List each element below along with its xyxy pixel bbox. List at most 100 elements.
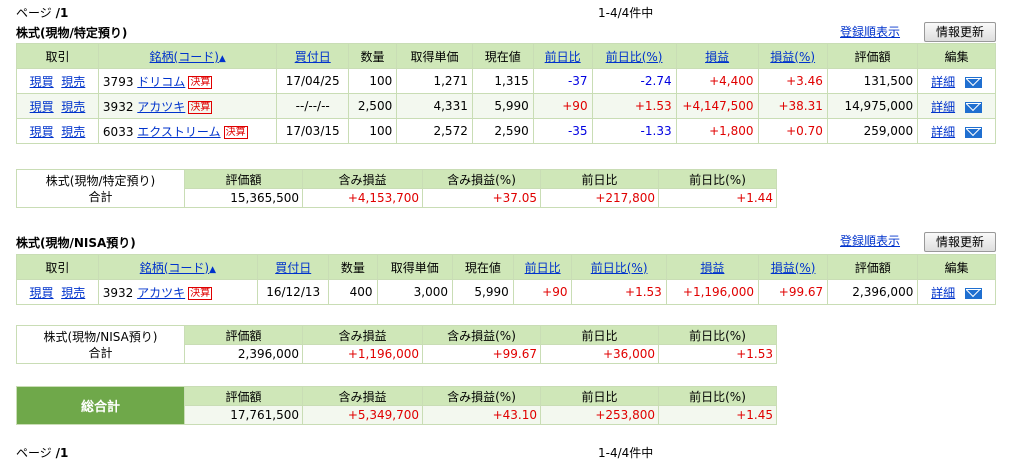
earnings-badge[interactable]: 決算 <box>188 100 213 114</box>
col-pl[interactable]: 損益 <box>665 254 760 280</box>
mail-icon[interactable] <box>965 76 983 88</box>
edit-cell: 詳細 <box>917 68 996 94</box>
sell-link[interactable]: 現売 <box>61 125 85 139</box>
total-header-chg-pct: 前日比(%) <box>658 386 777 406</box>
table-row: 現買 現売 3793 ドリコム 決算 17/04/25 100 1,271 1,3… <box>16 68 996 94</box>
sell-link[interactable]: 現売 <box>61 286 85 300</box>
sort-pl-link[interactable]: 損益 <box>700 261 724 275</box>
stock-name-link[interactable]: アカツキ <box>137 100 185 114</box>
summary-label-line1: 株式(現物/NISA預り) <box>43 329 158 344</box>
summary-header-chg-pct: 前日比(%) <box>658 169 777 189</box>
col-chg[interactable]: 前日比 <box>532 43 593 69</box>
profit-loss: +1,800 <box>675 118 759 144</box>
mail-icon[interactable] <box>965 287 983 299</box>
col-pl[interactable]: 損益 <box>675 43 759 69</box>
stock-name-link[interactable]: エクストリーム <box>137 125 220 139</box>
mail-icon[interactable] <box>965 126 983 138</box>
market-value: 259,000 <box>826 118 919 144</box>
sell-link[interactable]: 現売 <box>61 100 85 114</box>
buy-link[interactable]: 現買 <box>30 75 54 89</box>
col-chg-pct[interactable]: 前日比(%) <box>591 43 677 69</box>
sort-date-link[interactable]: 買付日 <box>275 261 311 275</box>
total-header-pl: 含み損益 <box>302 386 423 406</box>
col-pl-pct[interactable]: 損益(%) <box>758 254 829 280</box>
col-chg[interactable]: 前日比 <box>512 254 573 280</box>
summary-table-tokutei: 株式(現物/特定預り) 合計 評価額 含み損益 含み損益(%) 前日比 前日比(%… <box>16 169 777 208</box>
buy-link[interactable]: 現買 <box>30 100 54 114</box>
stock-name-link[interactable]: ドリコム <box>137 75 185 89</box>
sort-meigara-link[interactable]: 銘柄(コード) <box>150 50 219 64</box>
stock-name-link[interactable]: アカツキ <box>137 286 185 300</box>
col-meigara[interactable]: 銘柄(コード)▲ <box>97 254 259 280</box>
earnings-badge[interactable]: 決算 <box>188 75 213 89</box>
profit-loss-pct: +3.46 <box>757 68 828 94</box>
current-price: 5,990 <box>452 279 514 305</box>
col-chg-pct[interactable]: 前日比(%) <box>571 254 667 280</box>
total-pl-pct: +43.10 <box>422 405 541 425</box>
summary-chg: +36,000 <box>540 344 659 364</box>
summary-header-value: 評価額 <box>184 325 303 345</box>
mail-icon[interactable] <box>965 101 983 113</box>
buy-link[interactable]: 現買 <box>30 125 54 139</box>
profit-loss: +4,147,500 <box>675 93 759 119</box>
day-change-pct: +1.53 <box>591 93 677 119</box>
trade-cell: 現買 現売 <box>16 68 99 94</box>
summary-label: 株式(現物/NISA預り) 合計 <box>16 325 185 364</box>
col-date[interactable]: 買付日 <box>276 43 349 69</box>
sort-registration-link[interactable]: 登録順表示 <box>840 232 900 249</box>
detail-link[interactable]: 詳細 <box>931 286 955 300</box>
day-change-pct: -2.74 <box>591 68 677 94</box>
total-value: 17,761,500 <box>184 405 303 425</box>
sort-registration-link[interactable]: 登録順表示 <box>840 23 900 40</box>
sort-pl-pct-link[interactable]: 損益(%) <box>771 261 816 275</box>
detail-link[interactable]: 詳細 <box>931 100 955 114</box>
sort-pl-pct-link[interactable]: 損益(%) <box>770 50 815 64</box>
section-title-nisa: 株式(現物/NISA預り) <box>16 236 136 250</box>
stock-cell: 6033 エクストリーム 決算 <box>97 118 278 144</box>
detail-link[interactable]: 詳細 <box>931 125 955 139</box>
sort-pl-link[interactable]: 損益 <box>705 50 729 64</box>
summary-label-line2: 合計 <box>88 189 113 204</box>
current-price: 2,590 <box>471 118 534 144</box>
sort-chg-link[interactable]: 前日比 <box>545 50 581 64</box>
profit-loss-pct: +38.31 <box>757 93 828 119</box>
day-change: +90 <box>512 279 573 305</box>
summary-header-chg-pct: 前日比(%) <box>658 325 777 345</box>
total-header-value: 評価額 <box>184 386 303 406</box>
profit-loss: +1,196,000 <box>665 279 760 305</box>
detail-link[interactable]: 詳細 <box>931 75 955 89</box>
sort-meigara-link[interactable]: 銘柄(コード) <box>140 261 209 275</box>
col-torihiki: 取引 <box>16 254 99 280</box>
current-price: 1,315 <box>471 68 534 94</box>
table-header-row: 取引 銘柄(コード)▲ 買付日 数量 取得単価 現在値 前日比 前日比(%) 損… <box>16 254 996 280</box>
earnings-badge[interactable]: 決算 <box>188 286 213 300</box>
earnings-badge[interactable]: 決算 <box>223 125 248 139</box>
sort-chg-pct-link[interactable]: 前日比(%) <box>591 261 648 275</box>
stock-cell: 3932 アカツキ 決算 <box>97 93 278 119</box>
col-qty: 数量 <box>347 43 398 69</box>
summary-pl: +1,196,000 <box>302 344 423 364</box>
day-change-pct: +1.53 <box>571 279 667 305</box>
col-meigara[interactable]: 銘柄(コード)▲ <box>97 43 278 69</box>
market-value: 131,500 <box>826 68 919 94</box>
sort-chg-link[interactable]: 前日比 <box>525 261 561 275</box>
summary-pl: +4,153,700 <box>302 188 423 208</box>
quantity: 400 <box>328 279 378 305</box>
page-number: /1 <box>55 446 69 460</box>
cost-price: 3,000 <box>376 279 454 305</box>
sort-date-link[interactable]: 買付日 <box>295 50 331 64</box>
buy-link[interactable]: 現買 <box>30 286 54 300</box>
profit-loss-pct: +99.67 <box>758 279 829 305</box>
cost-price: 2,572 <box>396 118 473 144</box>
col-pl-pct[interactable]: 損益(%) <box>757 43 828 69</box>
stock-code: 3793 <box>102 74 134 89</box>
buy-date: 17/04/25 <box>276 68 349 94</box>
refresh-button[interactable]: 情報更新 <box>924 22 996 42</box>
result-count-top: 1-4/4件中 <box>598 6 654 20</box>
refresh-button[interactable]: 情報更新 <box>924 232 996 252</box>
summary-header-chg: 前日比 <box>540 325 659 345</box>
sell-link[interactable]: 現売 <box>61 75 85 89</box>
sort-chg-pct-link[interactable]: 前日比(%) <box>606 50 663 64</box>
buy-date: 16/12/13 <box>257 279 330 305</box>
col-date[interactable]: 買付日 <box>257 254 330 280</box>
